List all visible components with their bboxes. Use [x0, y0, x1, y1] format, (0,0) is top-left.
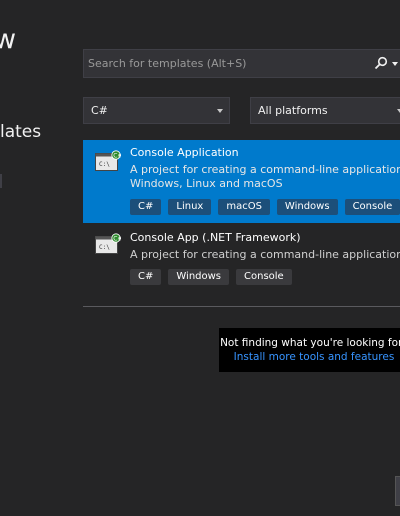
platform-filter-dropdown[interactable]: All platforms	[250, 97, 400, 124]
search-icon[interactable]	[374, 56, 388, 70]
chevron-down-icon[interactable]	[392, 62, 398, 66]
recent-template-item[interactable]	[0, 174, 2, 188]
language-filter-dropdown[interactable]: C#	[83, 97, 230, 124]
template-description-line: A project for creating a command-line ap…	[130, 248, 400, 261]
tag: Windows	[276, 199, 338, 215]
template-description-line: Windows, Linux and macOS	[130, 177, 283, 190]
language-filter-value: C#	[91, 104, 108, 117]
recent-templates-heading: lates	[0, 122, 42, 142]
search-input[interactable]	[84, 50, 378, 77]
template-item-console-app-net-framework[interactable]: C:\ C# Console App (.NET Framework) A pr…	[83, 225, 400, 291]
tag: Console	[236, 269, 292, 285]
search-box	[83, 49, 400, 78]
platform-filter-value: All platforms	[258, 104, 328, 117]
console-app-icon: C:\ C#	[95, 150, 121, 171]
template-description: A project for creating a command-line ap…	[130, 248, 400, 262]
not-finding-text: Not finding what you're looking for?	[220, 337, 400, 349]
template-name: Console App (.NET Framework)	[130, 231, 301, 244]
template-item-console-application[interactable]: C:\ C# Console Application A project for…	[83, 140, 400, 223]
chevron-down-icon	[217, 109, 223, 113]
svg-text:C:\: C:\	[99, 244, 110, 251]
divider	[83, 306, 400, 307]
tag: macOS	[218, 199, 270, 215]
tag: Console	[344, 199, 400, 215]
template-tags: C# Linux macOS Windows Console	[130, 199, 400, 215]
tag: C#	[130, 199, 162, 215]
install-more-tools-link[interactable]: Install more tools and features	[219, 351, 400, 363]
page-title: w	[0, 24, 17, 55]
tag: Linux	[168, 199, 212, 215]
svg-text:C:\: C:\	[99, 161, 110, 168]
new-project-dialog: w lates C# All platforms C:\ C#	[0, 0, 400, 516]
template-description: A project for creating a command-line ap…	[130, 163, 400, 191]
not-finding-panel: Not finding what you're looking for? Ins…	[219, 328, 400, 372]
tag: Windows	[168, 269, 230, 285]
tag: C#	[130, 269, 162, 285]
back-button[interactable]	[395, 476, 400, 506]
svg-text:C#: C#	[113, 235, 121, 242]
svg-text:C#: C#	[113, 152, 121, 159]
console-app-icon: C:\ C#	[95, 233, 121, 254]
template-tags: C# Windows Console	[130, 269, 292, 285]
template-name: Console Application	[130, 146, 239, 159]
template-description-line: A project for creating a command-line ap…	[130, 163, 400, 176]
